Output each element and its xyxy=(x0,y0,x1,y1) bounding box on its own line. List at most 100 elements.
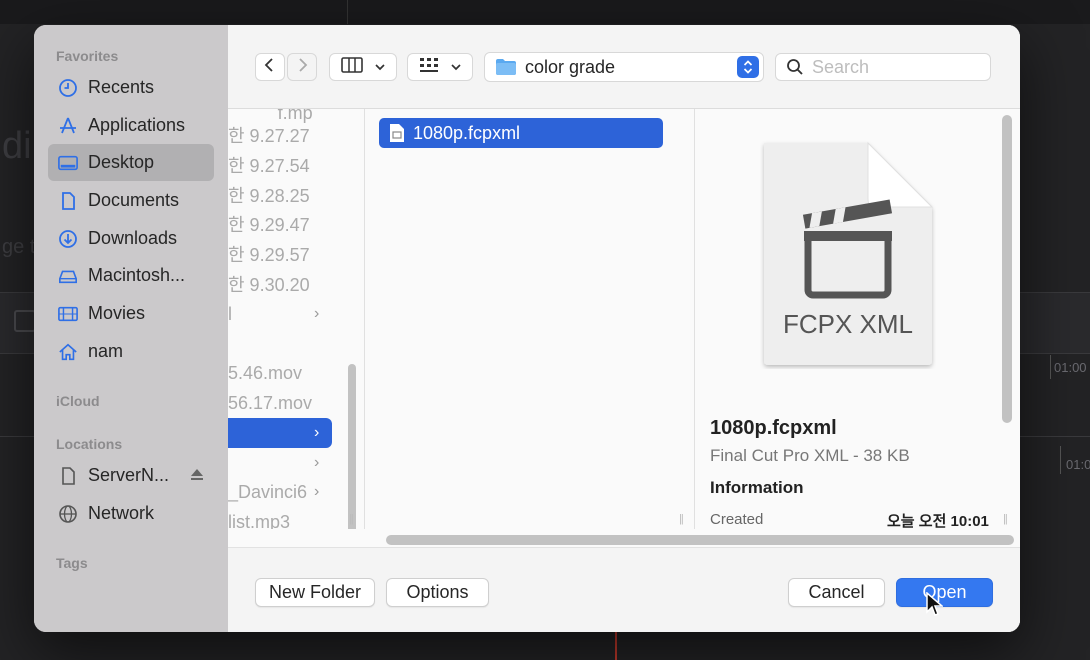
grid-icon xyxy=(419,57,439,78)
open-file-dialog: Favorites Recents Applications Desktop D… xyxy=(34,25,1020,632)
list-item[interactable]: › xyxy=(228,448,332,478)
list-item[interactable]: 한 9.29.57 xyxy=(228,239,332,269)
sidebar-item-documents[interactable]: Documents xyxy=(48,182,214,219)
preview-pane: FCPX XML 1080p.fcpxml Final Cut Pro XML … xyxy=(695,109,1020,530)
sidebar-item-macintosh[interactable]: Macintosh... xyxy=(48,257,214,294)
icon-caption: FCPX XML xyxy=(782,309,914,339)
created-value: 오늘 오전 10:01 xyxy=(887,513,989,530)
preview-scrollbar[interactable] xyxy=(1002,115,1012,423)
chevron-right-icon: › xyxy=(314,454,320,471)
view-mode-button[interactable] xyxy=(329,53,397,81)
sidebar: Favorites Recents Applications Desktop D… xyxy=(34,25,228,632)
list-item-label: 한 9.29.47 xyxy=(228,215,310,235)
sidebar-item-label: Documents xyxy=(88,190,180,210)
sidebar-item-movies[interactable]: Movies xyxy=(48,295,214,332)
column-resize-handle[interactable]: || xyxy=(349,513,354,525)
selected-file-row[interactable]: 1080p.fcpxml xyxy=(379,118,663,148)
background-text: di xyxy=(2,125,32,167)
open-button[interactable]: Open xyxy=(896,578,993,607)
new-folder-button[interactable]: New Folder xyxy=(255,578,375,607)
background-icon xyxy=(14,310,36,332)
list-item-label: 한 9.28.25 xyxy=(228,186,310,206)
list-item[interactable]: 한 9.30.20 xyxy=(228,269,332,299)
chevron-right-icon: › xyxy=(314,424,320,441)
cancel-button[interactable]: Cancel xyxy=(788,578,885,607)
sidebar-item-nam[interactable]: nam xyxy=(48,333,214,370)
globe-icon xyxy=(58,504,78,524)
list-item[interactable]: l › xyxy=(228,299,332,329)
forward-button[interactable] xyxy=(287,53,317,81)
list-item-label: _Davinci6 xyxy=(228,481,308,502)
column-1-scrollbar[interactable] xyxy=(348,364,356,529)
sidebar-item-desktop[interactable]: Desktop xyxy=(48,144,214,181)
back-button[interactable] xyxy=(255,53,285,81)
list-item-label: 한 9.27.27 xyxy=(228,126,310,146)
list-item-label: 5.46.mov xyxy=(228,362,303,383)
sidebar-item-server[interactable]: ServerN... xyxy=(48,457,214,494)
list-item-label: list.mp3 xyxy=(228,511,291,530)
sidebar-item-applications[interactable]: Applications xyxy=(48,107,214,144)
chevron-down-icon xyxy=(375,58,385,76)
path-popup[interactable]: color grade xyxy=(484,52,764,82)
chevron-right-icon: › xyxy=(314,305,320,322)
sidebar-item-label: Macintosh... xyxy=(88,265,186,285)
group-button[interactable] xyxy=(407,53,473,81)
sidebar-item-label: nam xyxy=(88,341,124,361)
timeline-tick xyxy=(1050,355,1051,379)
list-item[interactable]: 한 9.28.25 xyxy=(228,180,332,210)
list-item-label: 한 9.30.20 xyxy=(228,275,310,295)
timeline-timecode: 01:00 xyxy=(1054,360,1087,375)
sidebar-item-label: Applications xyxy=(88,115,186,135)
search-input[interactable] xyxy=(812,56,982,78)
timeline-timecode: 01:0 xyxy=(1066,457,1090,472)
download-icon xyxy=(58,229,78,249)
sidebar-item-label: Downloads xyxy=(88,228,178,248)
home-icon xyxy=(58,342,78,362)
dialog-footer: New Folder Options Cancel Open xyxy=(228,547,1020,632)
list-item-label: 한 9.27.54 xyxy=(228,156,310,176)
timeline-tick xyxy=(1060,446,1061,474)
list-item[interactable]: 한 9.29.47 xyxy=(228,209,332,239)
stepper-icon xyxy=(737,56,759,78)
favorites-header: Favorites xyxy=(56,48,119,64)
clock-icon xyxy=(58,78,78,98)
options-button[interactable]: Options xyxy=(386,578,489,607)
sidebar-item-network[interactable]: Network xyxy=(48,495,214,532)
folder-icon xyxy=(495,58,517,76)
chevron-right-icon: › xyxy=(314,483,320,500)
selected-file-label: 1080p.fcpxml xyxy=(413,122,521,143)
search-field[interactable] xyxy=(775,53,991,81)
column-1: ㅤㅤㅤf.mp 한 9.27.27 한 9.27.54 한 9.28.25 한 … xyxy=(228,109,365,529)
list-item-selected-folder[interactable]: › xyxy=(228,418,332,448)
search-icon xyxy=(786,58,804,76)
sidebar-item-label: Movies xyxy=(88,303,146,323)
list-item-label: l xyxy=(228,303,232,324)
column-2: 1080p.fcpxml || xyxy=(365,109,695,529)
sidebar-item-label: Network xyxy=(88,503,155,523)
sidebar-item-downloads[interactable]: Downloads xyxy=(48,220,214,257)
icloud-header: iCloud xyxy=(56,393,100,409)
column-resize-handle[interactable]: || xyxy=(679,513,684,525)
list-item[interactable]: 한 9.27.27 xyxy=(228,120,332,150)
information-header: Information xyxy=(710,478,804,497)
horizontal-scrollbar[interactable] xyxy=(386,535,1014,545)
list-item[interactable]: list.mp3 xyxy=(228,507,332,530)
created-label: Created xyxy=(710,511,764,528)
toolbar: color grade xyxy=(228,25,1020,109)
list-item-label: 56.17.mov xyxy=(228,392,313,413)
desktop-icon xyxy=(58,153,78,173)
playhead xyxy=(615,632,617,660)
column-resize-handle[interactable]: || xyxy=(1003,513,1008,525)
list-item[interactable]: 56.17.mov xyxy=(228,388,332,418)
list-item[interactable]: 한 9.27.54 xyxy=(228,150,332,180)
mouse-pointer-icon xyxy=(925,591,945,623)
tags-header: Tags xyxy=(56,555,88,571)
list-item[interactable]: _Davinci6 › xyxy=(228,477,332,507)
sidebar-item-recents[interactable]: Recents xyxy=(48,69,214,106)
sidebar-item-label: ServerN... xyxy=(88,465,170,485)
eject-icon[interactable] xyxy=(190,467,204,486)
preview-filename: 1080p.fcpxml xyxy=(710,417,837,439)
path-label: color grade xyxy=(525,56,616,77)
list-item[interactable]: 5.46.mov xyxy=(228,358,332,388)
sidebar-item-label: Recents xyxy=(88,77,155,97)
